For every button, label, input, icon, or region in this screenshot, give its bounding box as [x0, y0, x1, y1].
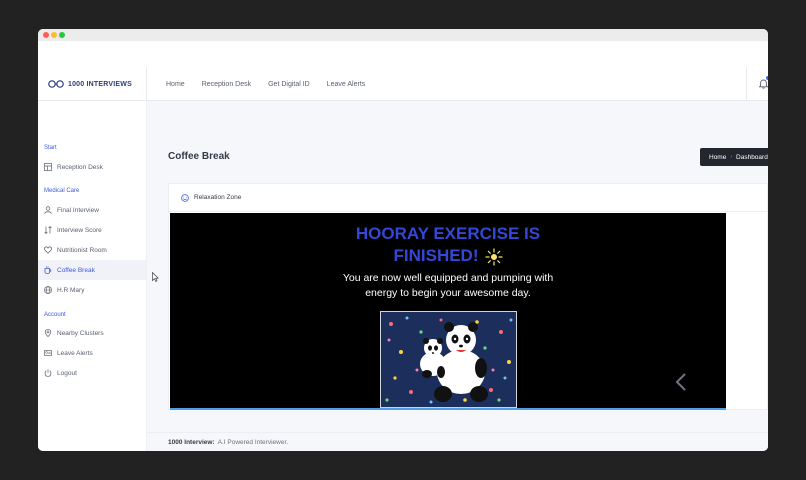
sidebar-item-nearby-clusters[interactable]: Nearby Clusters: [38, 323, 146, 343]
slide-text-line-1: You are now well equipped and pumping wi…: [342, 272, 554, 284]
breadcrumb-home[interactable]: Home: [709, 154, 726, 161]
sidebar-item-label: Coffee Break: [57, 266, 95, 274]
card-header: Relaxation Zone: [169, 184, 768, 212]
nav-link-get-digital-id[interactable]: Get Digital ID: [268, 81, 310, 88]
id-card-icon: [44, 349, 52, 356]
sort-icon: [44, 226, 52, 234]
sidebar-item-interview-score[interactable]: Interview Score: [38, 220, 146, 240]
sidebar-item-label: Nutritionist Room: [57, 246, 107, 254]
maximize-window-button[interactable]: [59, 32, 65, 38]
brand-logo[interactable]: 1000 INTERVIEWS: [38, 67, 147, 101]
slide-heading-line-2-wrap: FINISHED!: [170, 245, 726, 267]
mouse-cursor-icon: [152, 272, 159, 282]
slide-heading-line-2: FINISHED!: [393, 246, 479, 265]
sidebar-item-label: Nearby Clusters: [57, 329, 104, 337]
notification-area: [746, 67, 768, 101]
sidebar-item-label: Final Interview: [57, 206, 99, 214]
sidebar-item-label: Reception Desk: [57, 163, 103, 171]
footer-text: A.I Powered Interviewer.: [217, 438, 289, 446]
browser-window: 1000 INTERVIEWS Home Reception Desk Get …: [38, 29, 768, 451]
slide-text-line-2: energy to begin your awesome day.: [365, 287, 531, 299]
panda-image: [381, 312, 516, 407]
nav-links: Home Reception Desk Get Digital ID Leave…: [166, 67, 382, 101]
slide-heading: HOORAY EXERCISE IS FINISHED!: [170, 223, 726, 267]
sidebar-item-nutritionist-room[interactable]: Nutritionist Room: [38, 240, 146, 260]
sidebar-item-reception-desk[interactable]: Reception Desk: [38, 157, 146, 177]
carousel-prev-chevron-icon[interactable]: [675, 373, 687, 391]
sidebar-item-label: Logout: [57, 369, 77, 377]
card-title: Relaxation Zone: [194, 194, 242, 201]
page-title: Coffee Break: [168, 151, 230, 162]
sidebar-item-final-interview[interactable]: Final Interview: [38, 200, 146, 220]
sidebar-item-label: H.R Mary: [57, 286, 85, 294]
slide-heading-line-1: HOORAY EXERCISE IS: [355, 224, 541, 243]
nav-link-reception-desk[interactable]: Reception Desk: [202, 81, 251, 88]
brand-name: 1000 INTERVIEWS: [68, 80, 132, 88]
sidebar-header-start: Start: [44, 145, 57, 151]
window-titlebar: [38, 29, 768, 41]
sparkle-icon: [485, 248, 502, 266]
footer: 1000 Interview: A.I Powered Interviewer.: [147, 432, 768, 451]
sidebar-item-coffee-break[interactable]: Coffee Break: [38, 260, 146, 280]
relaxation-card: Relaxation Zone HOORAY EXERCISE IS FINIS…: [168, 183, 768, 410]
close-window-button[interactable]: [43, 32, 49, 38]
sidebar-item-hr-mary[interactable]: H.R Mary: [38, 280, 146, 300]
main-content: Coffee Break Home › Dashboard Relaxation…: [147, 101, 768, 451]
top-navbar: 1000 INTERVIEWS Home Reception Desk Get …: [38, 67, 768, 101]
smile-icon: [181, 193, 189, 202]
sidebar: Start Reception Desk Medical Care Final …: [38, 101, 147, 451]
slide-text: You are now well equipped and pumping wi…: [170, 271, 726, 301]
breadcrumb-separator-icon: ›: [730, 154, 733, 160]
minimize-window-button[interactable]: [51, 32, 57, 38]
brand-icon: [48, 80, 64, 88]
sidebar-header-account: Account: [44, 312, 66, 318]
heart-icon: [44, 246, 52, 254]
breadcrumb: Home › Dashboard: [700, 148, 768, 166]
reception-desk-icon: [44, 163, 52, 171]
map-pin-icon: [44, 329, 52, 337]
power-icon: [44, 369, 52, 377]
user-icon: [44, 206, 52, 214]
footer-brand: 1000 Interview:: [168, 438, 215, 446]
top-spacer: [38, 41, 768, 67]
sidebar-item-logout[interactable]: Logout: [38, 363, 146, 383]
panda-illustration: [380, 311, 517, 408]
carousel-slide: HOORAY EXERCISE IS FINISHED! You are now…: [170, 213, 726, 410]
sidebar-item-leave-alerts[interactable]: Leave Alerts: [38, 343, 146, 363]
sidebar-item-label: Leave Alerts: [57, 349, 93, 357]
coffee-icon: [44, 266, 52, 274]
nav-link-home[interactable]: Home: [166, 81, 185, 88]
breadcrumb-dashboard[interactable]: Dashboard: [736, 154, 768, 161]
nav-link-leave-alerts[interactable]: Leave Alerts: [327, 81, 366, 88]
notification-badge: [766, 76, 768, 80]
bell-icon[interactable]: [759, 79, 768, 89]
sidebar-item-label: Interview Score: [57, 226, 102, 234]
sidebar-header-medical-care: Medical Care: [44, 188, 80, 194]
globe-icon: [44, 286, 52, 294]
